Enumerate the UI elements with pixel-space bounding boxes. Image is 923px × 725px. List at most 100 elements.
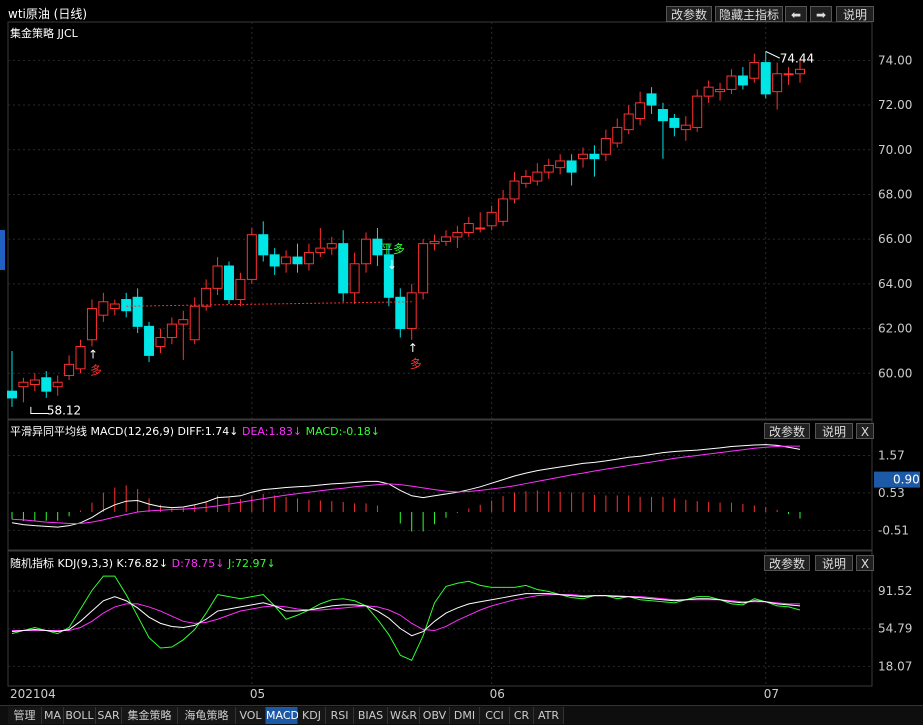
tab-6[interactable]: 海龟策略 <box>178 707 236 724</box>
candle-body <box>566 160 577 173</box>
candle-body <box>726 75 737 90</box>
price-tick-label: 60.00 <box>878 366 912 380</box>
candle-body <box>543 164 554 173</box>
candle-body <box>612 126 623 144</box>
macd-tick-label: 0.53 <box>878 486 905 500</box>
candle-body <box>703 86 714 97</box>
side-scroll-handle <box>0 230 5 270</box>
macd-tick-label: -0.51 <box>878 523 909 537</box>
tab-12[interactable]: W&R <box>388 707 420 724</box>
candle-body <box>589 153 600 160</box>
macd-dea: DEA:1.83↓ <box>241 425 303 438</box>
tab-13[interactable]: OBV <box>420 707 450 724</box>
tab-5[interactable]: 集金策略 <box>122 707 178 724</box>
x-axis-label: 05 <box>250 687 265 701</box>
price-tick-label: 74.00 <box>878 53 912 67</box>
candle-body <box>680 124 691 131</box>
tab-9[interactable]: KDJ <box>298 707 326 724</box>
tab-7[interactable]: VOL <box>236 707 266 724</box>
kdj-d: D:78.75↓ <box>171 557 225 570</box>
candle-body <box>292 256 303 265</box>
params-button[interactable]: 改参数 <box>666 6 712 22</box>
candle-body <box>303 252 314 265</box>
hide-main-indicator-button[interactable]: 隐藏主指标 <box>715 6 783 22</box>
kdj-params-button[interactable]: 改参数 <box>764 555 810 571</box>
next-arrow-icon[interactable]: ➡ <box>810 6 832 22</box>
candle-body <box>75 345 86 370</box>
x-axis-label: 06 <box>490 687 505 701</box>
candle-body <box>498 198 509 222</box>
tab-10[interactable]: RSI <box>326 707 354 724</box>
candle-body <box>166 323 177 339</box>
candle-body <box>532 171 543 182</box>
macd-params-button[interactable]: 改参数 <box>764 423 810 439</box>
candle-body <box>623 113 634 131</box>
candle-body <box>669 117 680 128</box>
candle-body <box>635 102 646 119</box>
macd-help-button[interactable]: 说明 <box>815 423 853 439</box>
macd-tick-label: 1.57 <box>878 448 905 462</box>
candle-body <box>121 299 132 312</box>
candlestick-series <box>7 50 805 415</box>
candle-body <box>657 109 668 122</box>
low-price-label: 58.12 <box>47 404 81 418</box>
candle-body <box>578 153 589 160</box>
candle-body <box>646 93 657 106</box>
tab-15[interactable]: CCI <box>480 707 510 724</box>
main-indicator-name: 集金策略 JJCL <box>10 27 78 40</box>
candle-body <box>41 377 52 392</box>
help-button[interactable]: 说明 <box>836 6 874 22</box>
tab-3[interactable]: BOLL <box>64 707 96 724</box>
kdj-help-button[interactable]: 说明 <box>815 555 853 571</box>
prev-arrow-icon[interactable]: ⬅ <box>785 6 807 22</box>
kdj-close-icon[interactable]: X <box>856 555 874 571</box>
grid-lines <box>0 21 873 687</box>
candle-body <box>7 390 17 399</box>
candle-body <box>452 231 463 238</box>
candle-body <box>692 95 703 128</box>
price-tick-label: 72.00 <box>878 98 912 112</box>
macd-header: 平滑异同平均线 MACD(12,26,9) DIFF:1.74↓ DEA:1.8… <box>10 423 380 439</box>
signal-arrow-icon: ↑ <box>408 341 418 355</box>
k-line <box>11 593 801 637</box>
candle-body <box>475 227 486 230</box>
tab-14[interactable]: DMI <box>450 707 480 724</box>
candle-body <box>440 236 451 242</box>
tab-2[interactable]: MA <box>42 707 64 724</box>
candle-body <box>109 303 120 309</box>
tab-16[interactable]: CR <box>510 707 534 724</box>
candle-body <box>326 243 337 249</box>
macd-current-value: 0.90 <box>893 473 920 487</box>
candle-body <box>258 234 269 256</box>
tab-17[interactable]: ATR <box>534 707 564 724</box>
tab-8[interactable]: MACD <box>266 707 299 724</box>
candle-body <box>600 138 611 155</box>
kdj-tick-label: 91.52 <box>878 584 912 598</box>
j-line <box>11 575 801 662</box>
candle-body <box>246 234 257 280</box>
x-axis-label: 202104 <box>10 687 56 701</box>
candle-body <box>418 243 429 294</box>
kdj-header: 随机指标 KDJ(9,3,3) K:76.82↓ D:78.75↓ J:72.9… <box>10 555 276 571</box>
high-marker-line <box>765 50 780 59</box>
macd-diff: DIFF:1.74↓ <box>177 425 239 438</box>
tab-4[interactable]: SAR <box>96 707 122 724</box>
signal-arrow-icon: ↑ <box>88 347 98 361</box>
candle-body <box>212 265 223 289</box>
candle-body <box>349 263 360 294</box>
macd-close-icon[interactable]: X <box>856 423 874 439</box>
x-axis-label: 07 <box>764 687 779 701</box>
high-price-label: 74.44 <box>780 52 814 66</box>
kdj-panel-frame <box>7 550 873 687</box>
candle-body <box>406 292 417 330</box>
kdj-k: K:76.82↓ <box>116 557 169 570</box>
tab-1[interactable]: 管理 <box>8 707 42 724</box>
candle-body <box>315 247 326 254</box>
candle-body <box>144 325 155 356</box>
indicator-tab-bar: 管理 MA BOLL SAR 集金策略 海龟策略 VOL MACD KDJ RSI BIAS W&R O… <box>0 705 923 725</box>
tab-11[interactable]: BIAS <box>354 707 388 724</box>
macd-value: MACD:-0.18↓ <box>305 425 381 438</box>
kdj-name: 随机指标 KDJ(9,3,3) <box>10 557 113 570</box>
signal-label: 多 <box>410 357 422 371</box>
candle-body <box>555 160 566 169</box>
